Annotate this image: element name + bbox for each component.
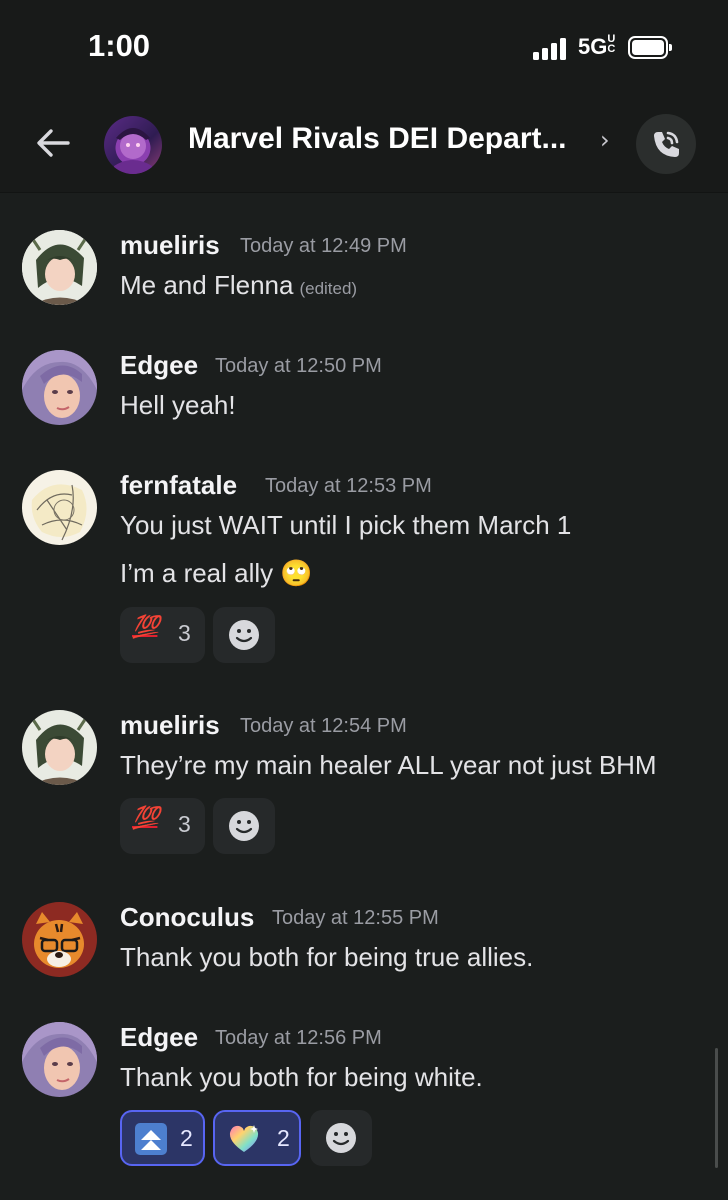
- reaction-count: 3: [178, 620, 191, 646]
- message[interactable]: mueliris Today at 12:49 PM Me and Flenna…: [0, 230, 728, 320]
- hundred-emoji: 💯: [132, 806, 159, 831]
- reaction-100[interactable]: 💯 3: [120, 607, 205, 663]
- edited-label: (edited): [299, 279, 358, 298]
- status-bar: 1:00 5GUC: [0, 0, 728, 96]
- sparkle-heart-icon: [229, 1125, 259, 1152]
- username[interactable]: Conoculus: [120, 902, 254, 933]
- avatar-mueliris[interactable]: [22, 230, 97, 305]
- timestamp: Today at 12:56 PM: [215, 1027, 382, 1049]
- message-text: They’re my main healer ALL year not just…: [120, 750, 657, 780]
- hundred-emoji: 💯: [132, 615, 159, 640]
- phone-call-icon: [654, 131, 679, 157]
- username[interactable]: Edgee: [120, 1022, 198, 1053]
- signal-icon: [533, 38, 571, 60]
- timestamp: Today at 12:55 PM: [272, 907, 439, 929]
- reaction-count: 2: [277, 1125, 290, 1151]
- reaction-count: 3: [178, 811, 191, 837]
- message[interactable]: Edgee Today at 12:56 PM Thank you both f…: [0, 1022, 728, 1172]
- scrollbar[interactable]: [715, 1048, 718, 1168]
- add-reaction-button[interactable]: [213, 798, 275, 854]
- message-text: Thank you both for being true allies.: [120, 942, 534, 972]
- message-text: You just WAIT until I pick them March 1: [120, 510, 572, 540]
- timestamp: Today at 12:53 PM: [265, 475, 432, 497]
- double-up-arrow-icon: [135, 1123, 167, 1155]
- reaction-heart[interactable]: 2: [213, 1110, 301, 1166]
- reaction-count: 2: [180, 1125, 193, 1151]
- username[interactable]: Edgee: [120, 350, 198, 381]
- voice-call-button[interactable]: [636, 114, 696, 174]
- add-reaction-button[interactable]: [213, 607, 275, 663]
- chevron-right-icon[interactable]: ›: [600, 126, 610, 154]
- message[interactable]: Edgee Today at 12:50 PM Hell yeah!: [0, 350, 728, 440]
- add-reaction-icon: [229, 620, 259, 650]
- message-text: Thank you both for being white.: [120, 1062, 483, 1092]
- message[interactable]: mueliris Today at 12:54 PM They’re my ma…: [0, 710, 728, 860]
- reaction-100[interactable]: 💯 3: [120, 798, 205, 854]
- message[interactable]: fernfatale Today at 12:53 PM You just WA…: [0, 470, 728, 670]
- message-text: Hell yeah!: [120, 390, 236, 420]
- username[interactable]: mueliris: [120, 230, 220, 261]
- avatar-conoculus[interactable]: [22, 902, 97, 977]
- back-arrow-icon[interactable]: [34, 124, 72, 162]
- channel-header: Marvel Rivals DEI Depart... ›: [0, 96, 728, 193]
- add-reaction-icon: [326, 1123, 356, 1153]
- timestamp: Today at 12:49 PM: [240, 235, 407, 257]
- message[interactable]: Conoculus Today at 12:55 PM Thank you bo…: [0, 902, 728, 992]
- reaction-double-up[interactable]: 2: [120, 1110, 205, 1166]
- username[interactable]: mueliris: [120, 710, 220, 741]
- avatar-fernfatale[interactable]: [22, 470, 97, 545]
- message-text: I’m a real ally 🙄: [120, 558, 313, 588]
- battery-icon: [628, 36, 672, 59]
- channel-title[interactable]: Marvel Rivals DEI Depart...: [188, 122, 567, 156]
- channel-avatar[interactable]: [104, 116, 162, 174]
- username[interactable]: fernfatale: [120, 470, 237, 501]
- avatar-mueliris[interactable]: [22, 710, 97, 785]
- add-reaction-button[interactable]: [310, 1110, 372, 1166]
- avatar-edgee[interactable]: [22, 1022, 97, 1097]
- status-time: 1:00: [88, 28, 151, 63]
- add-reaction-icon: [229, 811, 259, 841]
- message-text: Me and Flenna (edited): [120, 270, 358, 300]
- avatar-edgee[interactable]: [22, 350, 97, 425]
- timestamp: Today at 12:54 PM: [240, 715, 407, 737]
- network-indicator: 5GUC: [578, 33, 616, 60]
- timestamp: Today at 12:50 PM: [215, 355, 382, 377]
